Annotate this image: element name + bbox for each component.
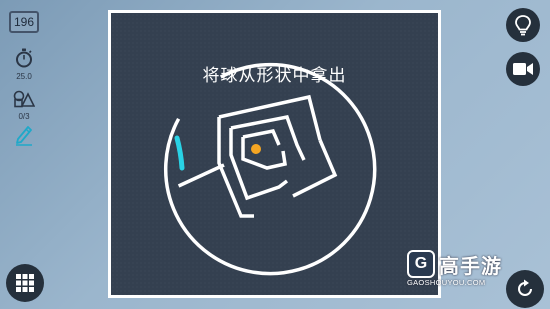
menu-button[interactable] — [6, 264, 44, 302]
level-number: 196 — [13, 15, 35, 29]
timer-value: 25.0 — [16, 72, 32, 81]
maze-wall — [229, 128, 289, 201]
watermark-name: 高手游 — [439, 254, 502, 278]
maze-shape — [163, 62, 377, 276]
pen-tool-button[interactable] — [8, 124, 40, 150]
watermark-url: GAOSHOUYOU.COM — [407, 278, 486, 287]
grid-menu-icon — [16, 274, 34, 292]
maze-wall — [242, 129, 281, 146]
stopwatch-icon — [16, 48, 32, 68]
video-camera-icon — [513, 63, 533, 75]
outer-ring — [163, 62, 377, 276]
watermark-logo-letter: G — [414, 255, 428, 272]
shapes-icon — [13, 90, 36, 108]
drawn-stroke — [174, 135, 185, 171]
shapes-value: 0/3 — [18, 112, 30, 121]
hint-button[interactable] — [506, 8, 540, 42]
game-board[interactable]: 将球从形状中拿出 — [111, 13, 438, 295]
pen-icon — [16, 126, 32, 146]
game-board-frame: 将球从形状中拿出 — [108, 10, 441, 298]
maze-wall — [177, 163, 225, 188]
timer-display: 25.0 — [8, 48, 40, 81]
maze-wall — [218, 94, 322, 141]
watermark-logo: G — [407, 250, 435, 278]
shapes-counter: 0/3 — [8, 90, 40, 121]
level-badge: 196 — [9, 11, 39, 33]
ball — [251, 144, 261, 154]
video-button[interactable] — [506, 52, 540, 86]
watermark: G 高手游 GAOSHOUYOU.COM — [407, 250, 550, 290]
lightbulb-icon — [515, 15, 531, 36]
